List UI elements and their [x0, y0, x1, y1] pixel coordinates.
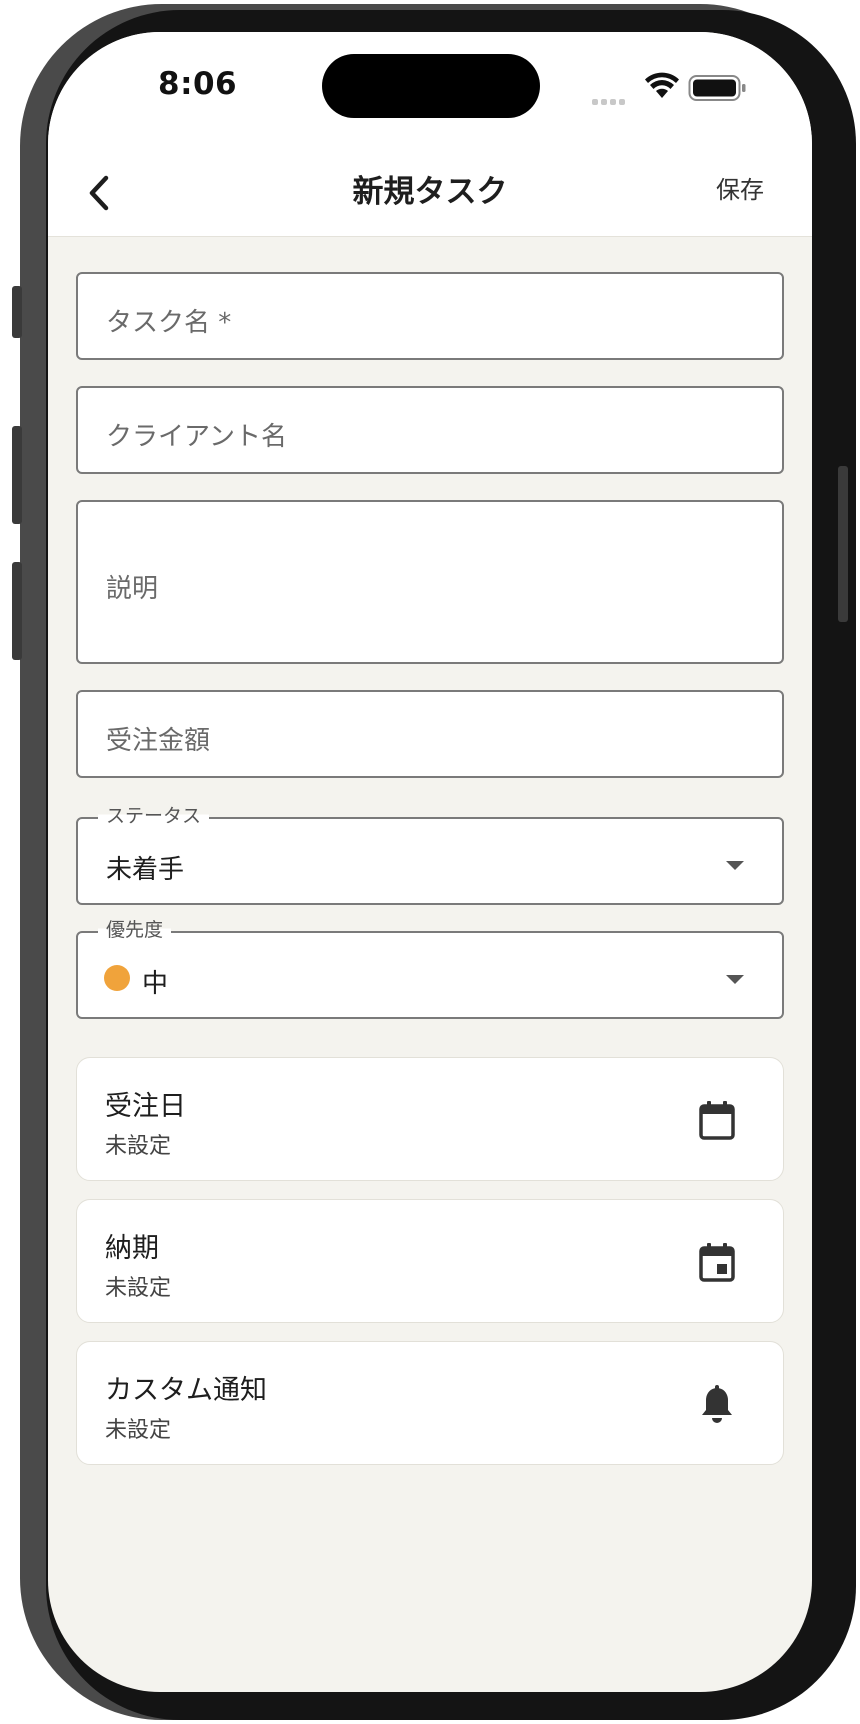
- dropdown-arrow-icon: [726, 861, 744, 870]
- event-icon: [699, 1243, 735, 1282]
- calendar-icon: [699, 1101, 735, 1140]
- priority-value: 中: [142, 969, 169, 999]
- power-button: [838, 466, 848, 622]
- client-name-placeholder: クライアント名: [106, 422, 287, 452]
- custom-notification-value: 未設定: [105, 1418, 172, 1443]
- priority-label: 優先度: [98, 915, 172, 942]
- order-amount-field[interactable]: 受注金額: [76, 690, 784, 778]
- priority-color-dot: [104, 965, 130, 991]
- dynamic-island: [322, 54, 540, 118]
- bell-icon: [702, 1385, 732, 1423]
- page-title: 新規タスク: [352, 174, 508, 210]
- status-value: 未着手: [106, 855, 185, 885]
- header-area: 8:06 新規タスク 保存: [48, 32, 812, 237]
- task-name-placeholder: タスク名 *: [106, 308, 232, 338]
- due-date-label: 納期: [105, 1233, 159, 1264]
- status-label: ステータス: [98, 801, 210, 828]
- order-date-card[interactable]: 受注日 未設定: [76, 1057, 784, 1181]
- save-button[interactable]: 保存: [716, 170, 806, 205]
- order-amount-placeholder: 受注金額: [106, 726, 211, 756]
- wifi-icon: [645, 72, 679, 98]
- status-select[interactable]: ステータス 未着手: [76, 801, 784, 905]
- order-date-value: 未設定: [105, 1134, 172, 1159]
- custom-notification-label: カスタム通知: [105, 1375, 267, 1406]
- client-name-field[interactable]: クライアント名: [76, 386, 784, 474]
- dropdown-arrow-icon: [726, 975, 744, 984]
- due-date-card[interactable]: 納期 未設定: [76, 1199, 784, 1323]
- silent-switch: [12, 286, 22, 338]
- status-time: 8:06: [158, 66, 238, 102]
- custom-notification-card[interactable]: カスタム通知 未設定: [76, 1341, 784, 1465]
- volume-up-button: [12, 426, 22, 524]
- battery-icon: [688, 75, 746, 101]
- order-date-label: 受注日: [105, 1091, 186, 1122]
- due-date-value: 未設定: [105, 1276, 172, 1301]
- task-name-field[interactable]: タスク名 *: [76, 272, 784, 360]
- cellular-signal-icon: [592, 90, 632, 105]
- description-placeholder: 説明: [106, 574, 159, 604]
- app-screen: 8:06 新規タスク 保存 タスク名 * クライアント名 説明 受注金額 ステー…: [48, 32, 812, 1692]
- description-field[interactable]: 説明: [76, 500, 784, 664]
- priority-select[interactable]: 優先度 中: [76, 915, 784, 1019]
- volume-down-button: [12, 562, 22, 660]
